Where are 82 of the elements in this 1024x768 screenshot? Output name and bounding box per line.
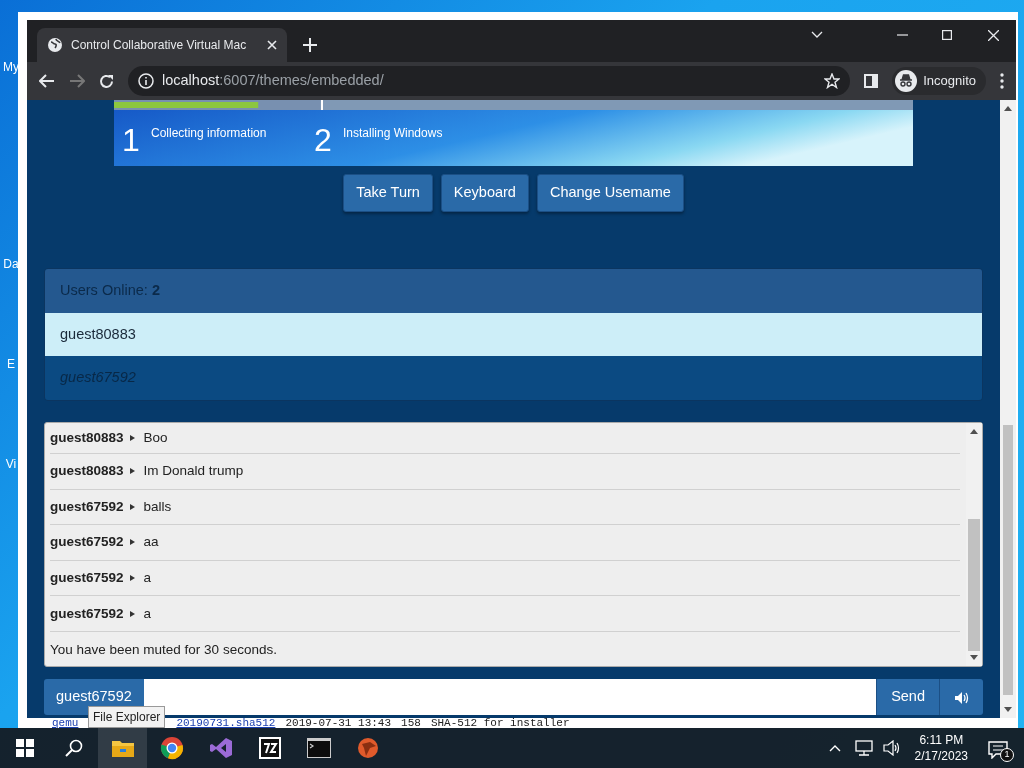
scroll-down-icon[interactable] <box>970 655 978 660</box>
new-tab-icon[interactable] <box>303 38 317 52</box>
users-header: Users Online: 2 <box>45 268 982 313</box>
vm-button[interactable]: Take Turn <box>343 174 433 212</box>
desktop-icon-label[interactable]: Da <box>0 255 22 273</box>
file-explorer-tooltip: File Explorer <box>88 706 166 728</box>
desktop-icon-label[interactable]: E <box>0 355 22 373</box>
back-icon[interactable] <box>39 74 55 88</box>
chevron-up-icon[interactable] <box>828 744 841 752</box>
reload-icon[interactable] <box>99 73 114 89</box>
side-panel-icon[interactable] <box>864 74 879 88</box>
browser-tab[interactable]: Control Collaborative Virtual Mac <box>37 28 287 62</box>
chrome-icon <box>159 736 184 760</box>
search-icon <box>64 739 83 757</box>
triangle-icon <box>129 468 135 475</box>
step-label: Collecting information <box>151 125 267 142</box>
chat-username: guest67592 <box>50 533 124 552</box>
user-item[interactable]: guest80883 <box>45 312 982 357</box>
step-number: 2 <box>314 124 332 156</box>
chat-message: aa <box>143 533 159 552</box>
infinity-icon <box>209 737 232 759</box>
listing-text: 2019-07-31 13:43 <box>285 718 392 728</box>
triangle-icon <box>129 575 135 582</box>
vm-button[interactable]: Keyboard <box>440 174 529 212</box>
close-icon[interactable] <box>988 29 999 41</box>
notification-icon <box>988 740 1008 759</box>
triangle-icon <box>129 435 135 441</box>
chat-username: guest67592 <box>50 497 124 516</box>
windows-logo-icon <box>15 739 34 757</box>
listing-text[interactable]: qemu <box>52 718 79 728</box>
chevron-down-icon[interactable] <box>811 31 823 39</box>
step-label: Installing Windows <box>343 125 443 142</box>
step-number: 1 <box>122 124 140 156</box>
bird-icon <box>355 736 380 760</box>
triangle-icon <box>129 503 135 510</box>
incognito-chip[interactable]: Incognito <box>892 67 986 95</box>
network-icon[interactable] <box>854 740 873 756</box>
listing-text[interactable]: 20190731.sha512 <box>176 718 276 728</box>
chat-username: guest80883 <box>50 428 124 447</box>
chat-message: Im Donald trump <box>143 462 244 481</box>
taskbar-app[interactable] <box>98 728 147 768</box>
listing-text: SHA-512 for installer <box>430 718 570 728</box>
maximize-icon[interactable] <box>942 30 952 40</box>
scrollbar[interactable] <box>1000 100 1016 718</box>
chat-notice: You have been muted for 30 seconds. <box>50 640 278 659</box>
chat-message: a <box>143 604 152 623</box>
speaker-icon <box>954 691 969 704</box>
desktop-icon-label[interactable]: Vi <box>0 455 22 473</box>
chat-message: a <box>143 568 152 587</box>
terminal-icon <box>306 738 331 758</box>
incognito-icon <box>895 70 918 92</box>
sound-button[interactable] <box>939 679 983 715</box>
notification-button[interactable]: 1 <box>988 737 1012 759</box>
chat-message: Boo <box>143 428 168 447</box>
globe-icon <box>47 37 63 53</box>
scroll-up-icon[interactable] <box>1004 106 1012 111</box>
triangle-icon <box>129 539 135 546</box>
vm-button[interactable]: Change Usemame <box>536 174 684 212</box>
chat-username: guest67592 <box>50 604 124 623</box>
chat-username: guest80883 <box>50 462 124 481</box>
scrollbar[interactable] <box>966 423 982 666</box>
folder-icon <box>111 739 134 757</box>
chat-username: guest67592 <box>50 568 124 587</box>
send-button[interactable]: Send <box>876 679 939 715</box>
forward-icon[interactable] <box>69 74 85 88</box>
menu-icon[interactable] <box>1000 73 1004 89</box>
star-icon[interactable] <box>824 73 841 89</box>
info-icon[interactable] <box>138 73 154 89</box>
scroll-down-icon[interactable] <box>1004 707 1012 712</box>
clock[interactable]: 6:11 PM 2/17/2023 <box>914 731 968 765</box>
archive-icon <box>258 737 281 759</box>
desktop-icon-label[interactable]: My <box>0 58 22 76</box>
speaker-icon[interactable] <box>882 740 901 756</box>
address-bar[interactable]: localhost:6007/themes/embedded/ <box>128 66 851 96</box>
close-icon[interactable] <box>267 40 277 50</box>
chat-message: balls <box>143 497 172 516</box>
tab-title: Control Collaborative Virtual Mac <box>71 37 248 54</box>
listing-text: 158 <box>401 718 421 728</box>
triangle-icon <box>129 610 135 617</box>
notification-count: 1 <box>1000 748 1014 762</box>
scroll-up-icon[interactable] <box>970 429 978 434</box>
url-text: localhost:6007/themes/embedded/ <box>162 71 385 91</box>
